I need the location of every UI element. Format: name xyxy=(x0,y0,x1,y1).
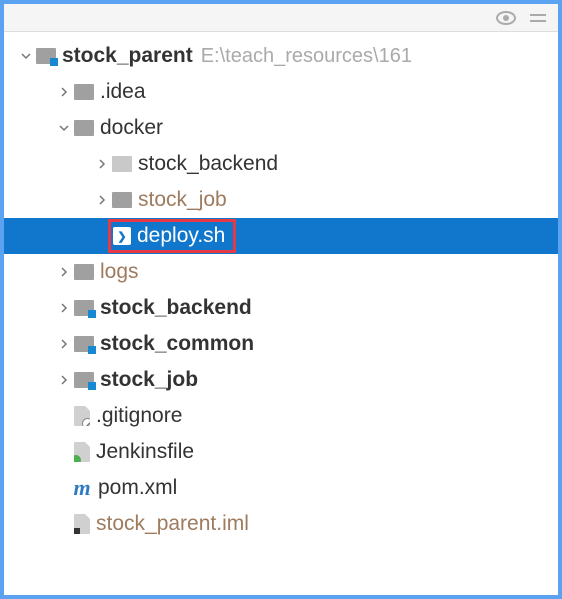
folder-icon xyxy=(74,264,94,280)
module-folder-icon xyxy=(74,372,94,388)
node-label: docker xyxy=(100,116,163,140)
node-path: E:\teach_resources\161 xyxy=(201,45,412,68)
tree-node-docker[interactable]: docker xyxy=(4,110,558,146)
tree-node-iml[interactable]: stock_parent.iml xyxy=(4,506,558,542)
folder-icon xyxy=(74,120,94,136)
chevron-down-icon[interactable] xyxy=(58,123,70,133)
chevron-right-icon[interactable] xyxy=(96,159,108,169)
shell-file-icon xyxy=(113,227,131,245)
node-label: stock_backend xyxy=(100,296,252,320)
tree-node-pom[interactable]: m pom.xml xyxy=(4,470,558,506)
gitignore-file-icon xyxy=(74,406,90,426)
tree-node-jenkins[interactable]: Jenkinsfile xyxy=(4,434,558,470)
jenkins-file-icon xyxy=(74,442,90,462)
tree-node-docker-backend[interactable]: stock_backend xyxy=(4,146,558,182)
chevron-right-icon[interactable] xyxy=(58,375,70,385)
module-folder-icon xyxy=(74,300,94,316)
node-label: .gitignore xyxy=(96,404,182,428)
chevron-right-icon[interactable] xyxy=(58,339,70,349)
node-label: stock_parent.iml xyxy=(96,512,249,536)
view-mode-icon[interactable] xyxy=(496,11,516,25)
module-folder-icon xyxy=(36,48,56,64)
chevron-right-icon[interactable] xyxy=(58,267,70,277)
folder-icon xyxy=(112,156,132,172)
project-tree: stock_parent E:\teach_resources\161 .ide… xyxy=(4,32,558,542)
highlight-annotation: deploy.sh xyxy=(108,219,236,253)
node-label: pom.xml xyxy=(98,476,177,500)
node-label: .idea xyxy=(100,80,146,104)
node-label: stock_backend xyxy=(138,152,278,176)
node-label: logs xyxy=(100,260,139,284)
tree-node-logs[interactable]: logs xyxy=(4,254,558,290)
tree-node-stock-backend[interactable]: stock_backend xyxy=(4,290,558,326)
chevron-right-icon[interactable] xyxy=(96,195,108,205)
tree-node-idea[interactable]: .idea xyxy=(4,74,558,110)
settings-slider-icon[interactable] xyxy=(530,11,546,25)
chevron-right-icon[interactable] xyxy=(58,87,70,97)
tree-node-stock-common[interactable]: stock_common xyxy=(4,326,558,362)
tree-node-stock-job[interactable]: stock_job xyxy=(4,362,558,398)
iml-file-icon xyxy=(74,514,90,534)
tree-node-deploy[interactable]: deploy.sh xyxy=(4,218,558,254)
project-header xyxy=(4,4,558,32)
node-label: deploy.sh xyxy=(137,224,225,248)
chevron-down-icon[interactable] xyxy=(20,51,32,61)
chevron-right-icon[interactable] xyxy=(58,303,70,313)
maven-file-icon: m xyxy=(72,478,92,498)
module-folder-icon xyxy=(74,336,94,352)
node-label: stock_job xyxy=(138,188,227,212)
folder-icon xyxy=(112,192,132,208)
tree-node-root[interactable]: stock_parent E:\teach_resources\161 xyxy=(4,38,558,74)
tree-node-gitignore[interactable]: .gitignore xyxy=(4,398,558,434)
node-label: stock_parent xyxy=(62,44,193,68)
node-label: Jenkinsfile xyxy=(96,440,194,464)
tree-node-docker-job[interactable]: stock_job xyxy=(4,182,558,218)
node-label: stock_job xyxy=(100,368,198,392)
node-label: stock_common xyxy=(100,332,254,356)
folder-icon xyxy=(74,84,94,100)
